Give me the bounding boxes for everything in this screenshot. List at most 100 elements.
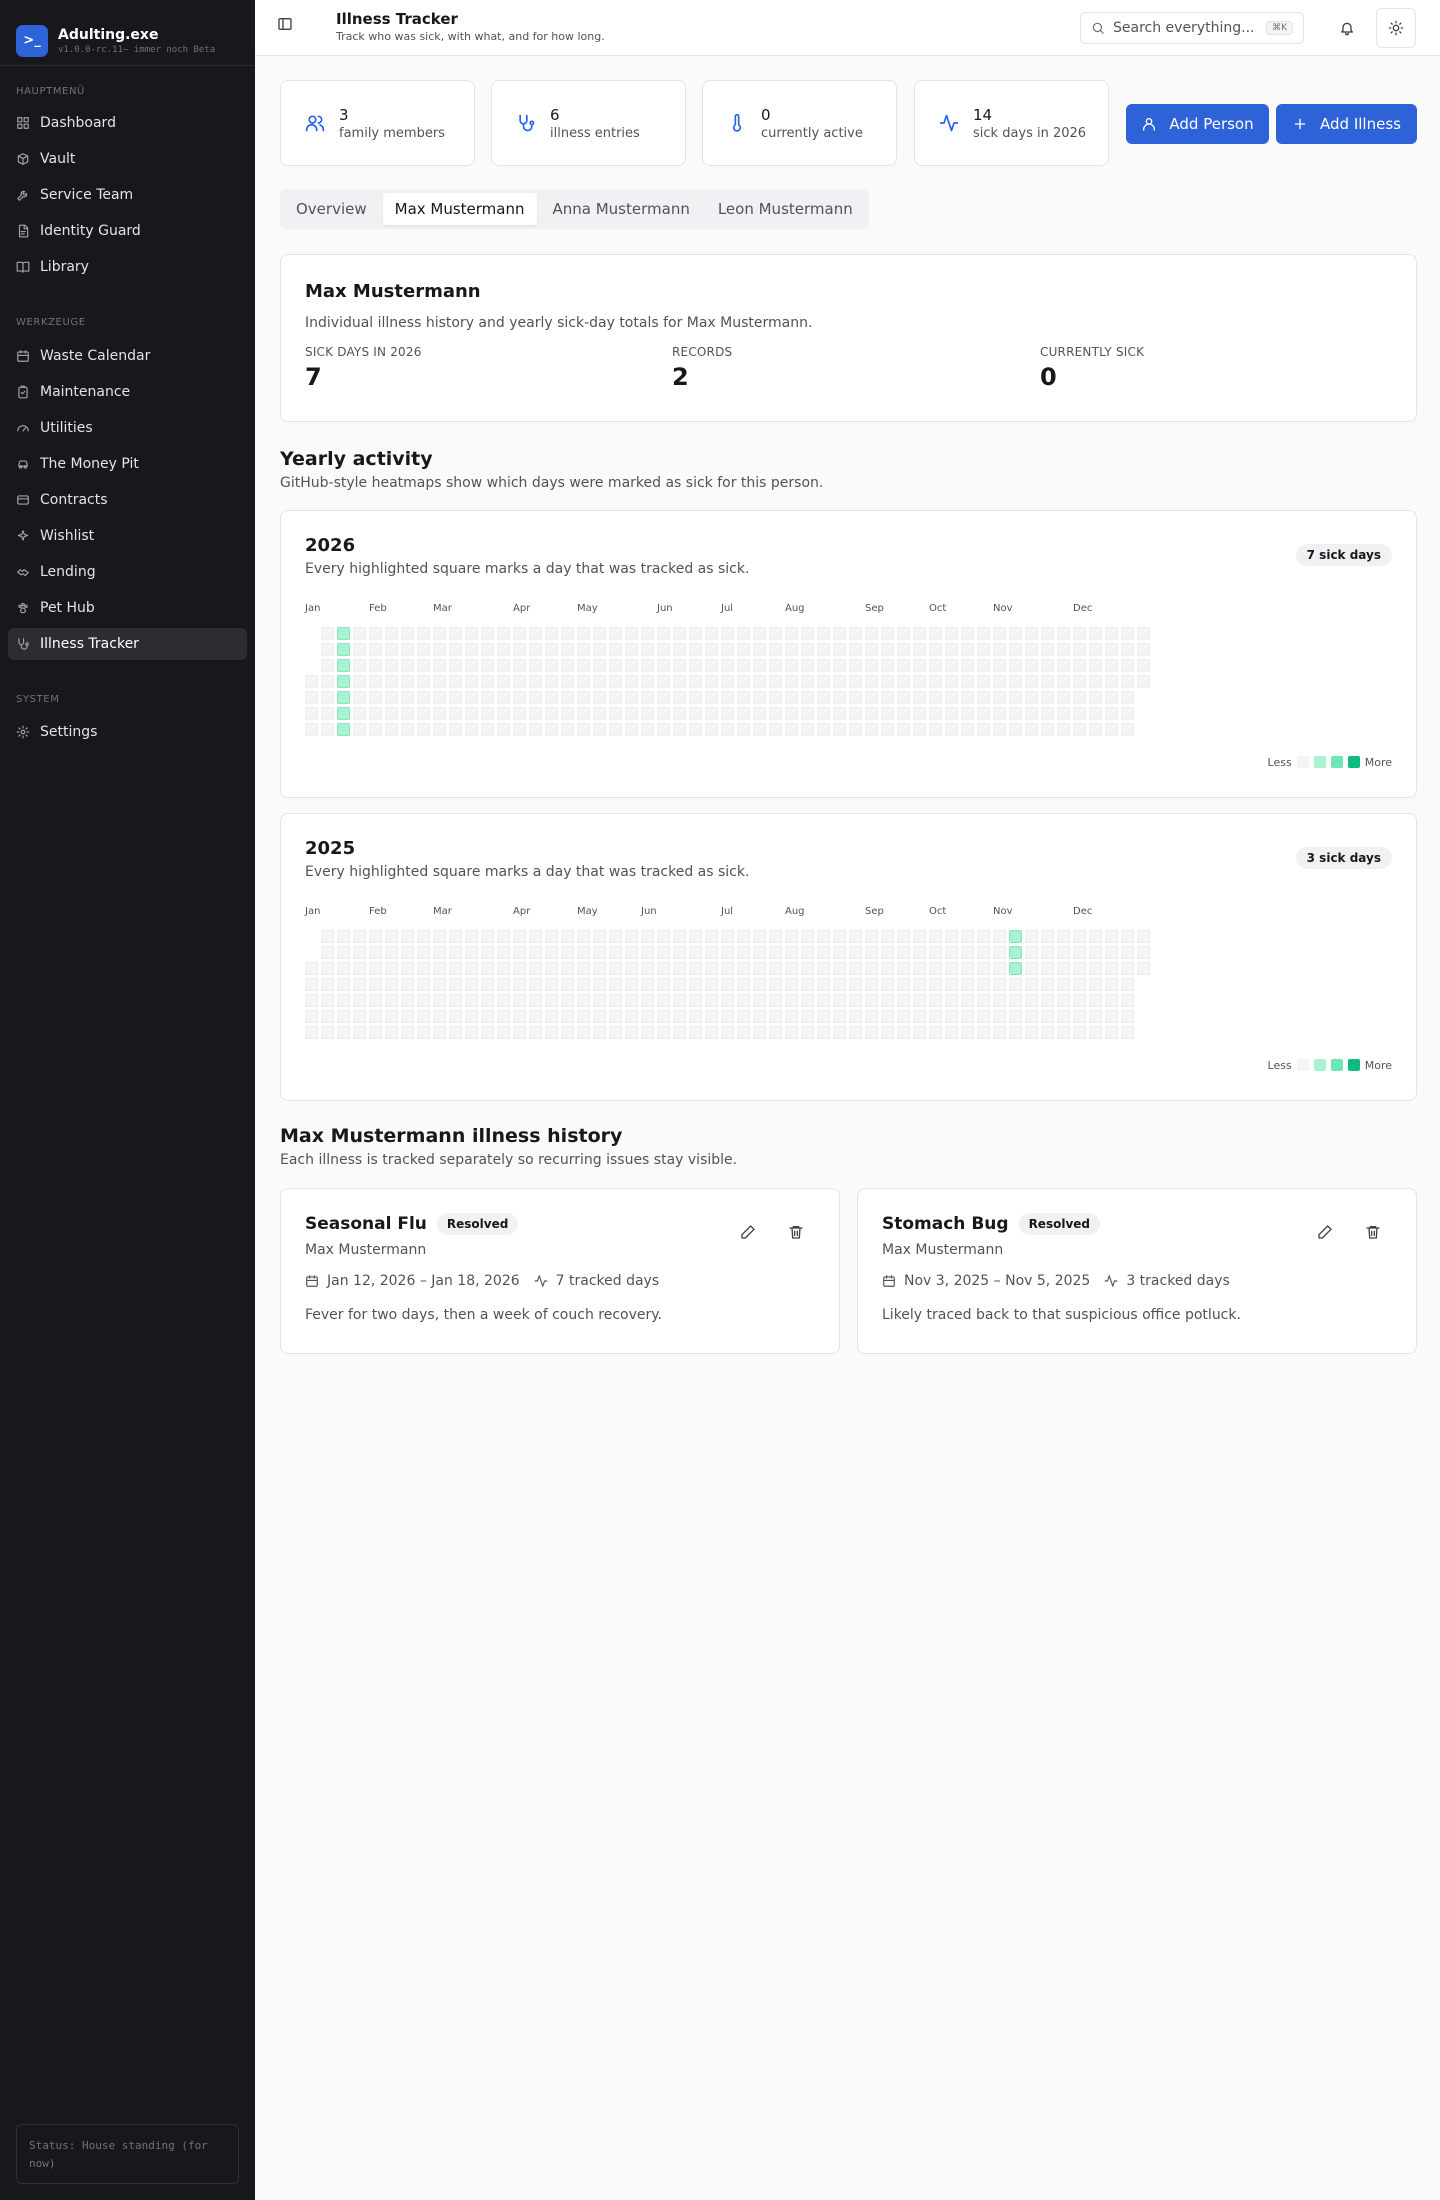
heatmap-day [785,978,798,991]
heatmap-day [1089,643,1102,656]
heatmap-day [913,707,926,720]
sidebar-item-pet-hub[interactable]: Pet Hub [8,592,247,624]
edit-button[interactable] [1310,1217,1340,1247]
tab-anna-mustermann[interactable]: Anna Mustermann [541,193,702,225]
heatmap-day [465,707,478,720]
heatmap-grid [305,930,1205,1040]
heatmap-day [385,994,398,1007]
heatmap-day [1041,978,1054,991]
activity-icon [534,1275,548,1287]
heatmap-day [753,723,766,736]
heatmap-day [913,691,926,704]
heatmap-day [881,994,894,1007]
heatmap-day [929,691,942,704]
heatmap-day [657,946,670,959]
sidebar-toggle-button[interactable] [277,16,293,36]
tab-leon-mustermann[interactable]: Leon Mustermann [706,193,865,225]
heatmap-day [1057,978,1070,991]
brand[interactable]: >_ Adulting.exe v1.0.0-rc.11– immer noch… [0,0,255,66]
stat-label: illness entries [550,125,640,141]
heatmap-day [737,1026,750,1039]
delete-button[interactable] [781,1217,811,1247]
sidebar-item-waste-calendar[interactable]: Waste Calendar [8,340,247,372]
notifications-button[interactable] [1331,12,1363,44]
trash-icon [789,1226,803,1239]
legend-swatch [1347,1059,1360,1071]
heatmap-day [353,627,366,640]
sidebar-item-dashboard[interactable]: Dashboard [8,107,247,139]
add-person-button[interactable]: Add Person [1126,104,1269,144]
heatmap-day [705,946,718,959]
sidebar-item-settings[interactable]: Settings [8,716,247,748]
sidebar-item-vault[interactable]: Vault [8,143,247,175]
heatmap-day [625,1026,638,1039]
sidebar-item-contracts[interactable]: Contracts [8,484,247,516]
heatmap-day [401,627,414,640]
heatmap-day [801,946,814,959]
tab-overview[interactable]: Overview [284,193,379,225]
sidebar-item-lending[interactable]: Lending [8,556,247,588]
heatmap-day [353,978,366,991]
heatmap-day [1057,707,1070,720]
heatmap-day [385,643,398,656]
heatmap-day [769,627,782,640]
sidebar-item-wishlist[interactable]: Wishlist [8,520,247,552]
heatmap-day [417,962,430,975]
heatmap-day [977,1010,990,1023]
heatmap-day [769,643,782,656]
heatmap-day [849,723,862,736]
illness-dates: Nov 3, 2025 – Nov 5, 2025 [904,1273,1091,1289]
heatmap-day [993,627,1006,640]
heatmap-day [737,707,750,720]
heatmap-day [1073,707,1086,720]
kpi-label: CURRENTLY SICK [1040,345,1145,359]
heatmap-day [833,723,846,736]
heatmap-day [849,707,862,720]
heatmap-day [433,659,446,672]
heatmap-day [433,1026,446,1039]
heatmap-day [577,723,590,736]
heatmap-day [369,691,382,704]
heatmap-day [897,691,910,704]
heatmap-day [801,707,814,720]
heatmap-day [1121,627,1134,640]
heatmap-day [753,946,766,959]
sidebar-item-maintenance[interactable]: Maintenance [8,376,247,408]
heatmap-day [465,946,478,959]
heatmap-day [657,627,670,640]
heatmap-day [641,930,654,943]
heatmap-day [737,946,750,959]
heatmap-day [689,707,702,720]
thermometer-icon [732,113,742,132]
sidebar-item-utilities[interactable]: Utilities [8,412,247,444]
sidebar-item-money-pit[interactable]: The Money Pit [8,448,247,480]
heatmap-day [497,1010,510,1023]
heatmap-day [753,675,766,688]
theme-toggle-button[interactable] [1376,8,1416,48]
sidebar-item-identity-guard[interactable]: Identity Guard [8,215,247,247]
status-badge: Resolved [436,1213,519,1235]
search-input[interactable]: Search everything... ⌘K [1080,12,1304,44]
heatmap-day [769,707,782,720]
kpi-records: RECORDS 2 [672,345,732,391]
heatmap-day [401,1010,414,1023]
sidebar: >_ Adulting.exe v1.0.0-rc.11– immer noch… [0,0,255,2200]
heatmap-day [625,691,638,704]
delete-button[interactable] [1358,1217,1388,1247]
heatmap-day [897,707,910,720]
heatmap-day [1057,930,1070,943]
sidebar-item-illness-tracker[interactable]: Illness Tracker [8,628,247,660]
heatmap-day [529,930,542,943]
heatmap-day [865,946,878,959]
heatmap-day [417,691,430,704]
heatmap-day [385,946,398,959]
history-title: Max Mustermann illness history [280,1125,623,1147]
edit-button[interactable] [733,1217,763,1247]
heatmap-day [1041,994,1054,1007]
sidebar-item-service-team[interactable]: Service Team [8,179,247,211]
tab-max-mustermann[interactable]: Max Mustermann [382,193,537,225]
heatmap-day [689,643,702,656]
heatmap-day [625,675,638,688]
sidebar-item-library[interactable]: Library [8,251,247,283]
add-illness-button[interactable]: Add Illness [1276,104,1417,144]
